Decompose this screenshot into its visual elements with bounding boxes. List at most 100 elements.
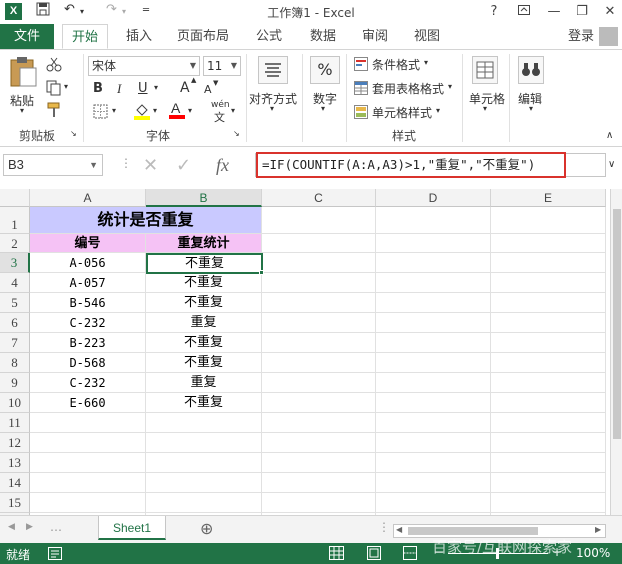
empty-cell[interactable] [376,373,491,393]
name-box[interactable]: B3 ▼ [3,154,103,176]
row-header[interactable]: 11 [0,413,30,433]
file-tab[interactable]: 文件 [0,24,54,49]
alignment-icon[interactable] [258,56,288,87]
empty-cell[interactable] [491,413,606,433]
font-color-dropdown-icon[interactable]: ▾ [188,106,192,115]
copy-icon[interactable] [46,80,62,99]
new-sheet-button[interactable]: ⊕ [200,519,213,538]
column-header-c[interactable]: C [262,189,376,207]
empty-cell[interactable] [30,453,146,473]
insert-function-icon[interactable]: fx [216,155,229,176]
row-header[interactable]: 14 [0,473,30,493]
underline-button[interactable]: U [138,81,148,96]
table-cell-result[interactable]: 不重复 [146,393,262,413]
expand-formula-bar-icon[interactable]: ∨ [608,159,615,170]
table-cell-id[interactable]: C-232 [30,373,146,393]
tab-insert[interactable]: 插入 [118,24,160,49]
bold-button[interactable]: B [93,81,103,96]
empty-cell[interactable] [491,333,606,353]
empty-cell[interactable] [491,373,606,393]
empty-cell[interactable] [262,253,376,273]
table-format-icon[interactable] [354,81,368,98]
table-cell-id[interactable]: A-056 [30,253,146,273]
header-cell-b[interactable]: 重复统计 [146,234,262,253]
empty-cell[interactable] [262,373,376,393]
empty-cell[interactable] [376,207,491,234]
row-header[interactable]: 12 [0,433,30,453]
font-launcher-icon[interactable]: ↘ [233,129,240,138]
paste-dropdown-icon[interactable]: ▾ [20,106,24,115]
number-format-icon[interactable]: % [310,56,340,84]
empty-cell[interactable] [491,353,606,373]
cells-icon[interactable] [472,56,498,87]
empty-cell[interactable] [146,473,262,493]
conditional-format-icon[interactable] [354,57,368,74]
row-header[interactable]: 8 [0,353,30,373]
underline-dropdown-icon[interactable]: ▾ [154,83,158,92]
select-all-corner[interactable] [0,189,30,207]
font-color-icon[interactable]: A [168,100,186,123]
empty-cell[interactable] [376,313,491,333]
empty-cell[interactable] [30,473,146,493]
empty-cell[interactable] [262,433,376,453]
empty-cell[interactable] [376,353,491,373]
italic-button[interactable]: I [117,81,121,97]
empty-cell[interactable] [376,393,491,413]
table-cell-result[interactable]: 不重复 [146,293,262,313]
page-layout-view-icon[interactable] [367,546,381,563]
paste-icon[interactable] [8,56,38,91]
minimize-button[interactable]: — [542,1,566,23]
fill-handle[interactable] [259,270,264,275]
clipboard-launcher-icon[interactable]: ↘ [70,129,77,138]
empty-cell[interactable] [262,293,376,313]
column-header-b[interactable]: B [146,189,262,207]
empty-cell[interactable] [376,253,491,273]
scroll-left-icon[interactable]: ◀ [396,525,402,534]
fill-color-icon[interactable] [133,102,151,123]
tab-data[interactable]: 数据 [302,24,344,49]
close-button[interactable]: ✕ [598,1,622,23]
row-header[interactable]: 4 [0,273,30,293]
title-cell[interactable]: 统计是否重复 [30,207,262,234]
empty-cell[interactable] [491,234,606,253]
empty-cell[interactable] [30,433,146,453]
format-as-table-button[interactable]: 套用表格格式 [372,80,444,97]
row-header[interactable]: 15 [0,493,30,513]
chevron-down-icon[interactable]: ▾ [424,58,428,67]
more-tabs-icon[interactable]: … [50,520,62,534]
row-header[interactable]: 9 [0,373,30,393]
page-break-view-icon[interactable] [403,546,417,563]
editing-dropdown-icon[interactable]: ▾ [529,104,533,113]
row-header[interactable]: 5 [0,293,30,313]
empty-cell[interactable] [376,333,491,353]
empty-cell[interactable] [262,453,376,473]
chevron-down-icon[interactable]: ▾ [448,82,452,91]
table-cell-result[interactable]: 重复 [146,313,262,333]
chevron-down-icon[interactable]: ▾ [436,106,440,115]
font-size-combo[interactable]: 11 ▼ [203,56,241,76]
cells-dropdown-icon[interactable]: ▾ [483,104,487,113]
row-header[interactable]: 1 [0,207,30,234]
row-header[interactable]: 3 [0,253,30,273]
table-cell-result[interactable]: 重复 [146,373,262,393]
binoculars-icon[interactable] [518,56,544,87]
row-header[interactable]: 7 [0,333,30,353]
phonetic-dropdown-icon[interactable]: ▾ [231,106,235,115]
empty-cell[interactable] [262,234,376,253]
empty-cell[interactable] [262,393,376,413]
cell-styles-button[interactable]: 单元格样式 [372,104,432,121]
empty-cell[interactable] [376,293,491,313]
scroll-tabs-left-icon[interactable]: ◀ [8,522,15,532]
header-cell-a[interactable]: 编号 [30,234,146,253]
empty-cell[interactable] [146,453,262,473]
cell-styles-icon[interactable] [354,105,368,122]
table-cell-id[interactable]: B-546 [30,293,146,313]
empty-cell[interactable] [491,453,606,473]
empty-cell[interactable] [262,413,376,433]
empty-cell[interactable] [376,493,491,513]
grow-font-button[interactable]: A [180,80,190,96]
alignment-dropdown-icon[interactable]: ▾ [270,104,274,113]
empty-cell[interactable] [30,413,146,433]
empty-cell[interactable] [491,207,606,234]
table-cell-id[interactable]: D-568 [30,353,146,373]
